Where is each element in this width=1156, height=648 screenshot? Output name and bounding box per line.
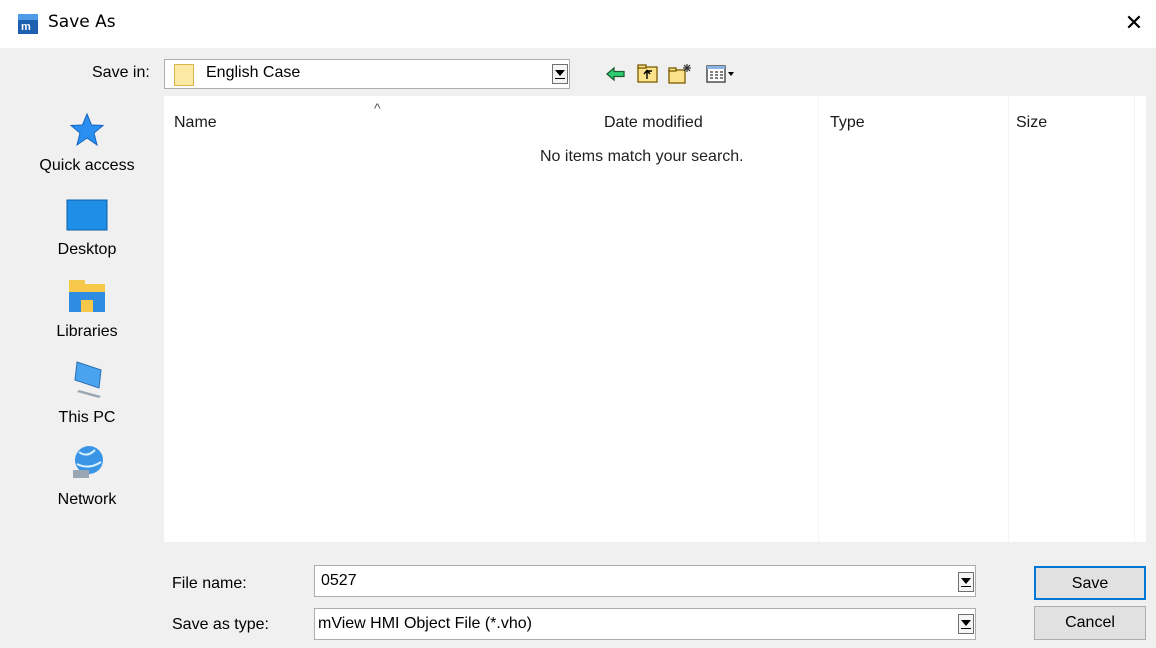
- desktop-icon: [66, 199, 108, 231]
- back-arrow-icon: [606, 66, 625, 82]
- up-one-level-button[interactable]: [636, 62, 660, 86]
- column-header-name[interactable]: Name: [174, 114, 217, 132]
- empty-message: No items match your search.: [540, 148, 744, 165]
- save-button[interactable]: Save: [1034, 566, 1146, 600]
- sort-ascending-icon: ^: [374, 100, 381, 116]
- file-name-input[interactable]: [314, 565, 976, 597]
- column-header-date-modified[interactable]: Date modified: [604, 114, 703, 132]
- place-this-pc[interactable]: This PC: [12, 360, 162, 427]
- place-network[interactable]: Network: [12, 442, 162, 509]
- save-as-type-value: mView HMI Object File (*.vho): [318, 615, 532, 632]
- chevron-down-icon: [961, 578, 971, 584]
- file-name-dropdown-button[interactable]: [958, 572, 974, 592]
- quick-access-star-icon: [69, 112, 105, 147]
- chevron-down-icon: [555, 70, 565, 76]
- save-in-label: Save in:: [92, 64, 150, 81]
- title-bar: [0, 0, 1156, 48]
- window-title: Save As: [48, 12, 116, 32]
- network-icon: [73, 446, 103, 478]
- places-bar: Quick access Desktop Libraries This PC N…: [0, 96, 164, 542]
- place-libraries[interactable]: Libraries: [12, 278, 162, 341]
- app-icon: m: [18, 14, 38, 34]
- save-in-value: English Case: [206, 64, 301, 81]
- close-button[interactable]: ✕: [1118, 8, 1150, 40]
- back-button[interactable]: [604, 62, 628, 86]
- new-folder-button[interactable]: [668, 62, 692, 86]
- chevron-down-icon: [961, 620, 971, 626]
- column-header-type[interactable]: Type: [830, 114, 865, 132]
- folder-icon: [174, 64, 194, 86]
- save-in-dropdown-button[interactable]: [552, 64, 568, 84]
- folder-up-icon: [637, 64, 658, 83]
- place-quick-access[interactable]: Quick access: [12, 112, 162, 175]
- place-desktop[interactable]: Desktop: [12, 198, 162, 259]
- save-as-type-dropdown-button[interactable]: [958, 614, 974, 634]
- close-icon: ✕: [1124, 11, 1144, 36]
- new-folder-icon: [668, 64, 691, 84]
- cancel-button[interactable]: Cancel: [1034, 606, 1146, 640]
- view-menu-button[interactable]: [706, 62, 734, 86]
- file-name-label: File name:: [172, 575, 247, 592]
- this-pc-icon: [74, 361, 102, 398]
- save-as-type-label: Save as type:: [172, 616, 269, 633]
- column-header-size[interactable]: Size: [1016, 114, 1047, 132]
- libraries-icon: [69, 280, 105, 312]
- view-menu-icon: [706, 65, 734, 83]
